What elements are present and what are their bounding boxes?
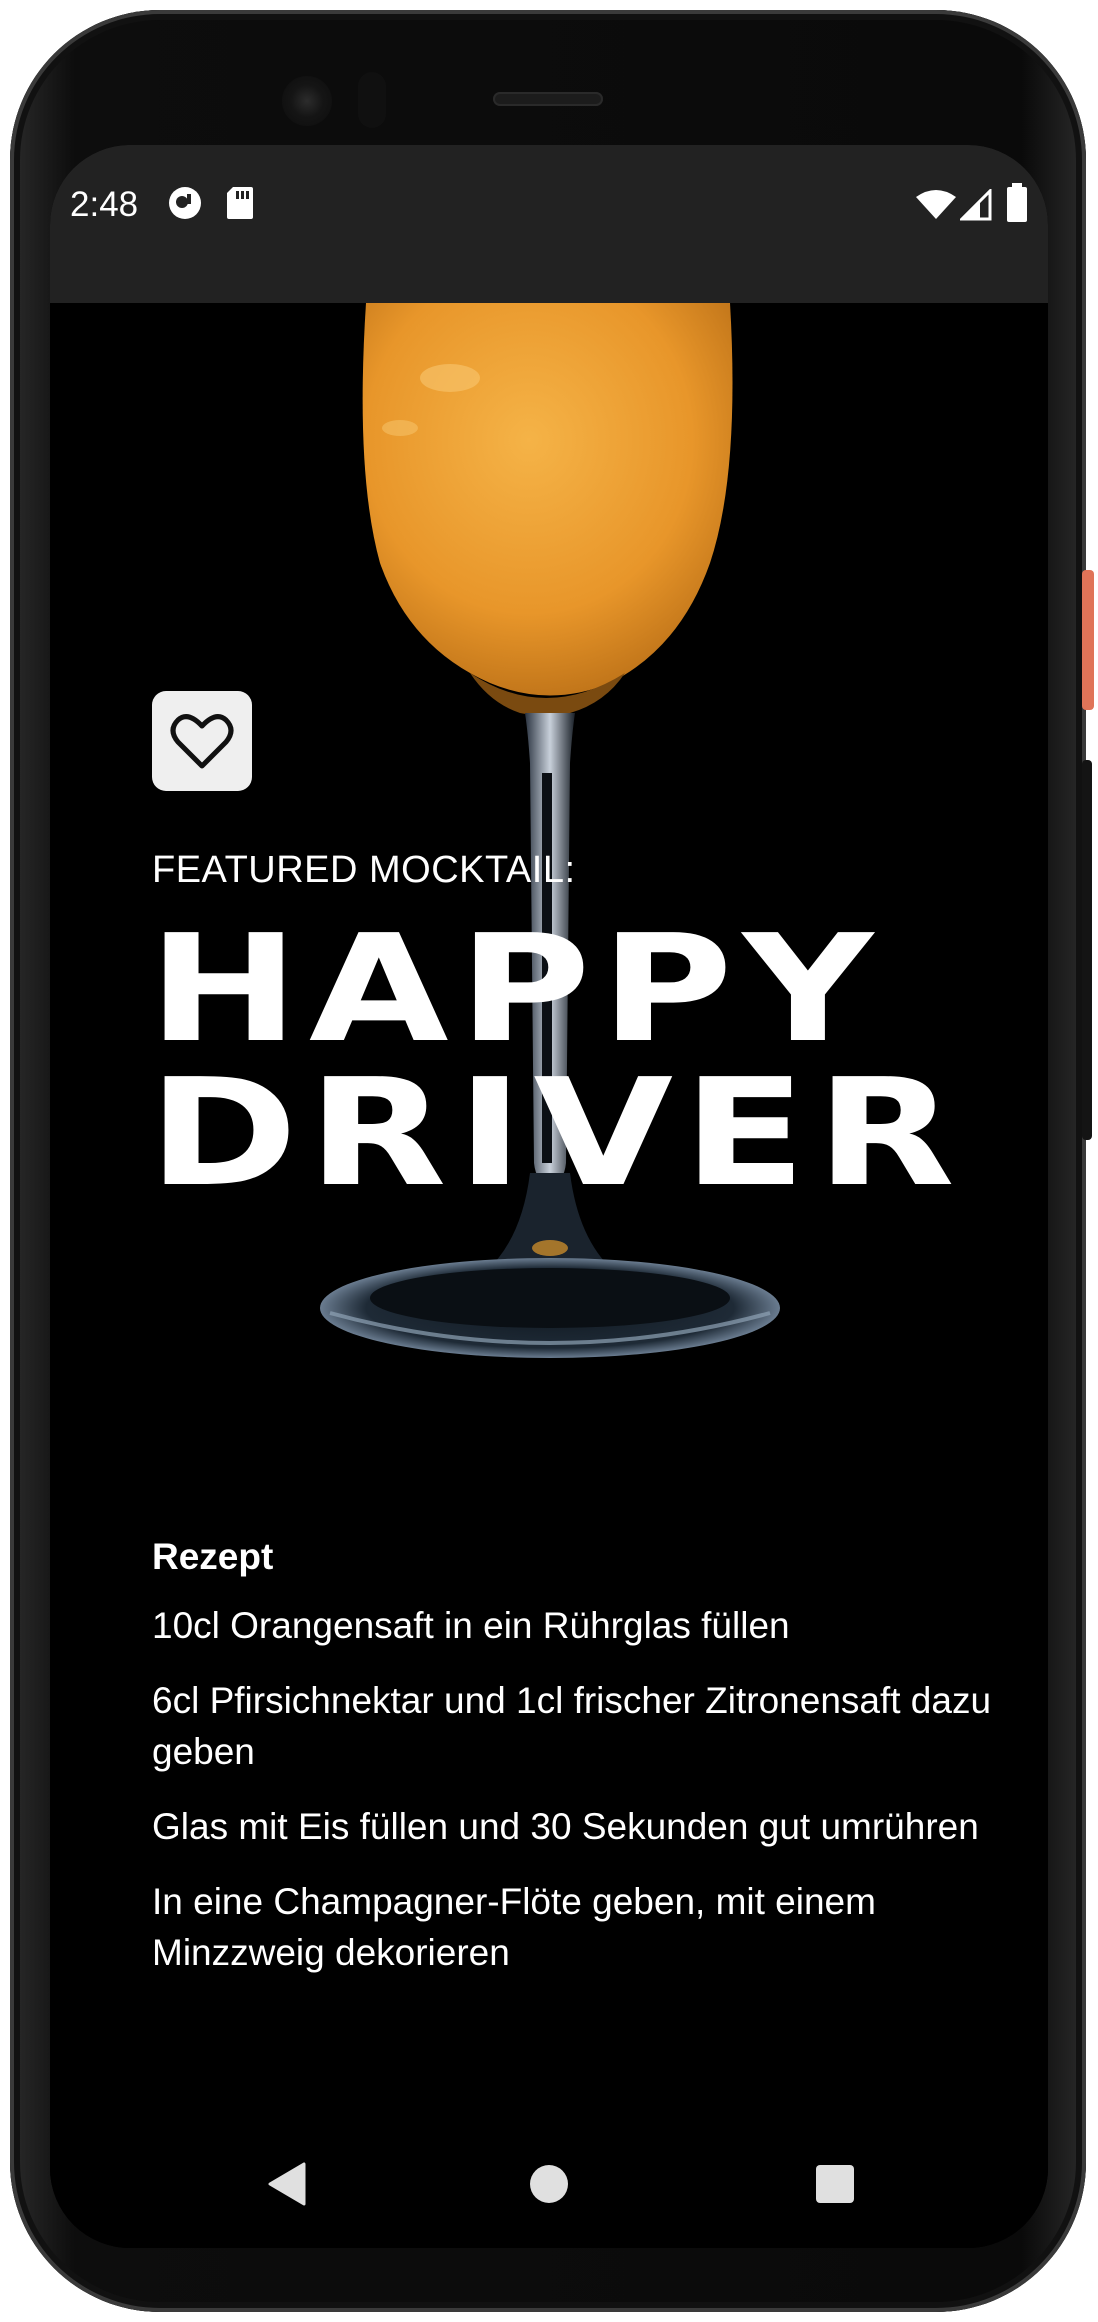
wifi-icon [916,190,956,219]
recipe-step: 10cl Orangensaft in ein Rührglas füllen [152,1605,790,1646]
recipe-section: Rezept 10cl Orangensaft in ein Rührglas … [152,1536,1012,2002]
triangle-back-icon [268,2162,306,2206]
nav-back-button[interactable] [256,2154,316,2214]
featured-label: FEATURED MOCKTAIL: [152,849,576,891]
battery-icon [1007,183,1027,222]
recipe-step: Glas mit Eis füllen und 30 Sekunden gut … [152,1806,979,1847]
volume-rocker [1082,760,1092,1140]
proximity-sensor [358,72,386,128]
status-bar: 2:48 [50,145,1048,303]
system-nav-bar [50,2130,1048,2248]
mocktail-title: HAPPY DRIVER [148,915,965,1207]
status-time: 2:48 [70,185,139,224]
heart-outline-icon [170,714,234,769]
recipe-step: In eine Champagner-Flöte geben, mit eine… [152,1881,876,1973]
title-line-2: DRIVER [148,1047,965,1219]
sd-card-icon [227,187,253,219]
front-camera [282,76,332,126]
mocktail-detail-page: FEATURED MOCKTAIL: HAPPY DRIVER Rezept 1… [50,303,1048,2248]
recipe-heading: Rezept [152,1536,274,1577]
square-recents-icon [816,2165,854,2203]
nav-recents-button[interactable] [805,2154,865,2214]
cell-signal-icon [960,189,992,221]
power-button [1082,570,1094,710]
circle-home-icon [530,2165,568,2203]
screen: 2:48 FEATURED MOCKTAIL: HAPPY DRIVER Rez… [50,145,1048,2248]
nav-home-button[interactable] [519,2154,579,2214]
favorite-button[interactable] [152,691,252,791]
earpiece-speaker [493,92,603,106]
app-notification-icon [169,187,201,219]
recipe-step: 6cl Pfirsichnektar und 1cl frischer Zitr… [152,1680,992,1772]
